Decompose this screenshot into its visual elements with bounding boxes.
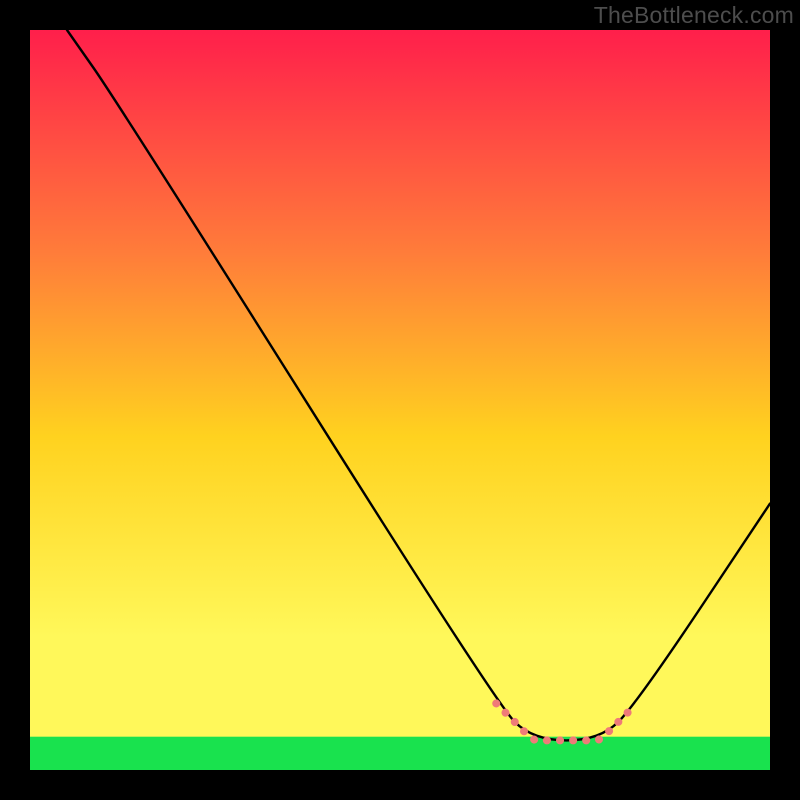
plot-area <box>30 30 770 770</box>
chart-frame: TheBottleneck.com <box>0 0 800 800</box>
chart-svg <box>30 30 770 770</box>
green-band <box>30 737 770 770</box>
watermark-text: TheBottleneck.com <box>594 2 794 29</box>
